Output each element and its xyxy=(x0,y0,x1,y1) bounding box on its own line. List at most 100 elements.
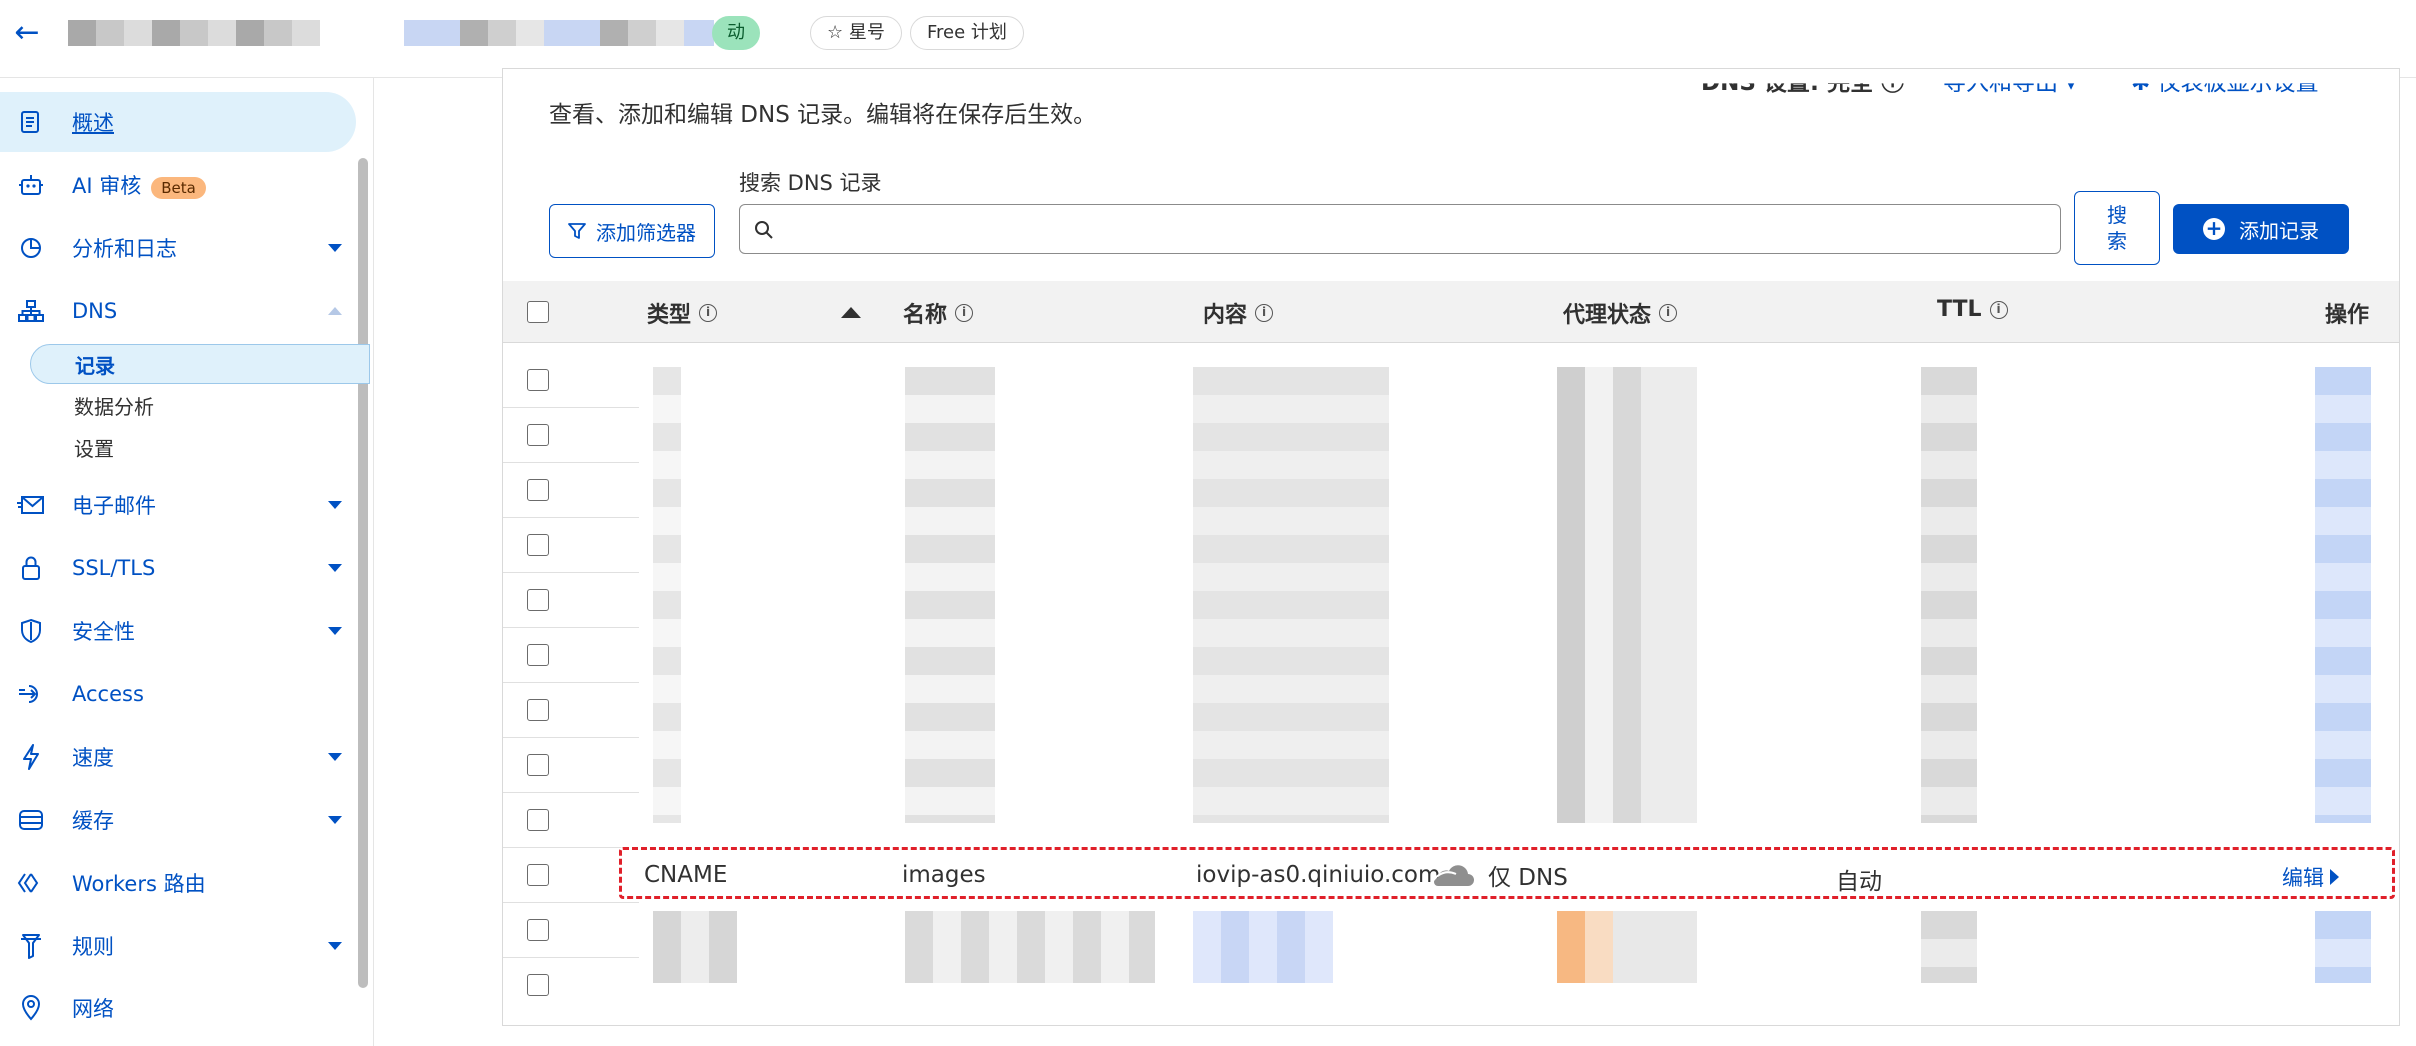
row-checkbox[interactable] xyxy=(527,479,549,501)
row-checkbox[interactable] xyxy=(527,864,549,886)
add-filter-button[interactable]: 添加筛选器 xyxy=(549,204,715,258)
redacted-content-column xyxy=(1193,911,1333,983)
sidebar-item-label: 概述 xyxy=(72,111,114,135)
network-icon xyxy=(16,296,46,326)
sidebar-item-ssl-tls[interactable]: SSL/TLS xyxy=(0,538,356,598)
row-checkbox[interactable] xyxy=(527,589,549,611)
edit-link[interactable]: 编辑 xyxy=(2282,862,2339,892)
dns-setting-link[interactable]: DNS 设置: 完全 ⓘ xyxy=(1701,83,1904,97)
info-icon: i xyxy=(1659,304,1678,322)
sidebar-item-dns[interactable]: DNS xyxy=(0,281,356,341)
sidebar-item-access[interactable]: Access xyxy=(0,664,356,724)
add-record-button[interactable]: + 添加记录 xyxy=(2173,204,2349,254)
sidebar-item-rules[interactable]: 规则 xyxy=(0,916,356,976)
search-button-line2: 索 xyxy=(2107,229,2127,253)
sidebar-item-label: Access xyxy=(72,682,144,706)
sidebar-item-analytics[interactable]: 分析和日志 xyxy=(0,218,356,278)
sidebar-item-label: SSL/TLS xyxy=(72,556,156,580)
chevron-down-icon xyxy=(328,753,342,761)
column-header-name[interactable]: 名称 i xyxy=(903,297,974,329)
chevron-down-icon xyxy=(328,244,342,252)
table-row-highlighted[interactable]: CNAME images iovip-as0.qiniuio.com 仅 DNS… xyxy=(619,847,2395,899)
shield-icon xyxy=(16,616,46,646)
status-badge: 动 xyxy=(712,16,760,50)
caret-right-icon xyxy=(2330,869,2339,885)
column-header-content[interactable]: 内容 i xyxy=(1203,297,1274,329)
back-arrow-icon[interactable]: ← xyxy=(10,16,44,50)
sidebar-item-label: 电子邮件 xyxy=(72,494,156,518)
pie-chart-icon xyxy=(16,233,46,263)
cell-proxy-status: 仅 DNS xyxy=(1430,858,1568,892)
row-divider xyxy=(503,407,639,408)
row-checkbox[interactable] xyxy=(527,919,549,941)
sidebar-item-label: 规则 xyxy=(72,935,114,959)
sidebar-item-speed[interactable]: 速度 xyxy=(0,727,356,787)
row-checkbox[interactable] xyxy=(527,644,549,666)
info-icon: i xyxy=(1989,300,2008,319)
row-checkbox[interactable] xyxy=(527,754,549,776)
row-divider xyxy=(503,627,639,628)
sidebar: 概述 AI 审核Beta 分析和日志 DNS 记录 数据分析 设置 电子邮件 xyxy=(0,78,374,1046)
row-divider xyxy=(503,462,639,463)
redacted-name-column xyxy=(905,367,995,823)
chevron-down-icon xyxy=(328,816,342,824)
sidebar-item-overview[interactable]: 概述 xyxy=(0,92,356,152)
redacted-action-column xyxy=(2315,367,2371,823)
beta-badge: Beta xyxy=(151,177,206,199)
sidebar-item-cache[interactable]: 缓存 xyxy=(0,790,356,850)
redacted-type-column xyxy=(653,367,681,823)
row-divider xyxy=(503,847,639,848)
dashboard-display-settings-link[interactable]: ✱ 仪表板显示设置 xyxy=(2131,83,2319,97)
plus-circle-icon: + xyxy=(2203,218,2225,240)
search-label: 搜索 DNS 记录 xyxy=(739,171,882,195)
chevron-up-icon xyxy=(328,307,342,315)
search-button-line1: 搜 xyxy=(2107,203,2127,227)
sidebar-item-ai-review[interactable]: AI 审核 Beta xyxy=(0,155,356,215)
row-checkbox[interactable] xyxy=(527,974,549,996)
robot-icon xyxy=(16,170,46,200)
column-header-ttl[interactable]: TTL i xyxy=(1937,297,2008,322)
sidebar-subitem-analytics[interactable]: 数据分析 xyxy=(30,385,370,425)
sidebar-item-label: 分析和日志 xyxy=(72,237,177,261)
search-icon xyxy=(755,221,773,239)
search-button[interactable]: 搜 索 xyxy=(2074,191,2160,265)
sort-ascending-icon[interactable] xyxy=(841,307,861,318)
row-divider xyxy=(503,792,639,793)
redacted-proxy-column xyxy=(1557,911,1697,983)
database-icon xyxy=(16,805,46,835)
chevron-down-icon xyxy=(328,627,342,635)
row-checkbox[interactable] xyxy=(527,424,549,446)
access-icon xyxy=(16,679,46,709)
star-button[interactable]: ☆ 星号 xyxy=(810,16,902,50)
sidebar-item-email[interactable]: 电子邮件 xyxy=(0,475,356,535)
row-checkbox[interactable] xyxy=(527,534,549,556)
import-export-link[interactable]: 导入和导出 ▾ xyxy=(1943,83,2077,97)
sidebar-item-security[interactable]: 安全性 xyxy=(0,601,356,661)
sidebar-subitem-label: 数据分析 xyxy=(74,394,154,419)
sidebar-subitem-records[interactable]: 记录 xyxy=(30,344,370,384)
sidebar-item-workers-routes[interactable]: Workers 路由 xyxy=(0,853,356,913)
row-divider xyxy=(503,572,639,573)
sidebar-item-label: 速度 xyxy=(72,746,114,770)
column-header-actions: 操作 xyxy=(2325,303,2370,328)
sidebar-item-label: 网络 xyxy=(72,997,114,1021)
search-input[interactable] xyxy=(739,204,2061,254)
sidebar-item-network[interactable]: 网络 xyxy=(0,978,356,1038)
chevron-down-icon xyxy=(328,564,342,572)
row-divider xyxy=(503,902,639,903)
add-filter-label: 添加筛选器 xyxy=(596,220,696,245)
plan-badge[interactable]: Free 计划 xyxy=(910,16,1024,50)
redacted-ttl-column xyxy=(1921,911,1977,983)
cloud-icon xyxy=(1431,865,1474,886)
column-header-type[interactable]: 类型 i xyxy=(647,297,718,329)
sidebar-subitem-settings[interactable]: 设置 xyxy=(30,427,370,467)
select-all-checkbox[interactable] xyxy=(527,301,549,323)
cell-name: images xyxy=(902,862,986,888)
sidebar-scrollbar[interactable] xyxy=(358,158,368,988)
column-header-proxy-status[interactable]: 代理状态 i xyxy=(1563,297,1678,329)
sidebar-item-label: DNS xyxy=(72,299,118,323)
chevron-down-icon xyxy=(328,501,342,509)
row-checkbox[interactable] xyxy=(527,809,549,831)
row-checkbox[interactable] xyxy=(527,699,549,721)
row-checkbox[interactable] xyxy=(527,369,549,391)
